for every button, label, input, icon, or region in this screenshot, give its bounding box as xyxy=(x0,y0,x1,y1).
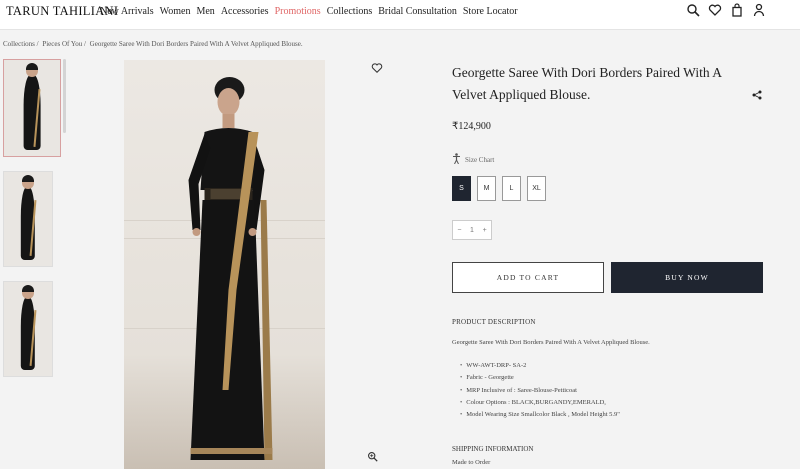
product-details-list: WW-AWT-DRP- SA-2 Fabric - Georgette MRP … xyxy=(460,360,620,421)
breadcrumb: Collections / Pieces Of You / Georgette … xyxy=(3,40,305,48)
add-to-cart-button[interactable]: ADD TO CART xyxy=(452,262,604,293)
nav-women[interactable]: Women xyxy=(160,6,191,17)
product-description-text: Georgette Saree With Dori Borders Paired… xyxy=(452,339,650,346)
product-description-heading: PRODUCT DESCRIPTION xyxy=(452,318,536,326)
product-title: Georgette Saree With Dori Borders Paired… xyxy=(452,65,722,102)
nav-store-locator[interactable]: Store Locator xyxy=(463,6,518,17)
share-icon[interactable] xyxy=(752,87,762,100)
bag-icon[interactable] xyxy=(730,3,744,17)
zoom-icon[interactable] xyxy=(367,449,378,462)
detail-model: Model Wearing Size Smallcolor Black , Mo… xyxy=(460,409,620,421)
main-product-image[interactable] xyxy=(124,60,325,469)
breadcrumb-pieces-of-you[interactable]: Pieces Of You / xyxy=(42,40,86,48)
thumbnail-list xyxy=(3,59,63,391)
quantity-stepper: − 1 + xyxy=(452,220,492,240)
header-icons xyxy=(686,3,766,17)
breadcrumb-current: Georgette Saree With Dori Borders Paired… xyxy=(89,40,303,48)
detail-fabric: Fabric - Georgette xyxy=(460,372,620,384)
size-option-l[interactable]: L xyxy=(502,176,521,201)
heart-icon[interactable] xyxy=(708,3,722,17)
size-option-m[interactable]: M xyxy=(477,176,496,201)
detail-mrp: MRP Inclusive of : Saree-Blouse-Petticoa… xyxy=(460,385,620,397)
site-header: TARUN TAHILIANI New Arrivals Women Men A… xyxy=(0,0,800,30)
qty-decrease-button[interactable]: − xyxy=(457,227,461,234)
thumbnail-3[interactable] xyxy=(3,281,53,377)
thumbnail-scrollbar[interactable] xyxy=(63,59,66,133)
nav-bridal-consultation[interactable]: Bridal Consultation xyxy=(378,6,457,17)
nav-collections[interactable]: Collections xyxy=(327,6,373,17)
nav-new-arrivals[interactable]: New Arrivals xyxy=(100,6,154,17)
model-figure xyxy=(188,77,272,460)
user-icon[interactable] xyxy=(752,3,766,17)
size-option-xl[interactable]: XL xyxy=(527,176,546,201)
nav-men[interactable]: Men xyxy=(196,6,214,17)
size-selector: S M L XL xyxy=(452,176,546,201)
qty-value[interactable]: 1 xyxy=(470,227,474,234)
thumbnail-1[interactable] xyxy=(3,59,61,157)
size-chart-icon xyxy=(452,151,461,169)
detail-sku: WW-AWT-DRP- SA-2 xyxy=(460,360,620,372)
product-price: ₹124,900 xyxy=(452,121,491,132)
buy-now-button[interactable]: BUY NOW xyxy=(611,262,763,293)
nav-promotions[interactable]: Promotions xyxy=(275,6,321,17)
wishlist-heart-icon[interactable] xyxy=(371,61,383,74)
size-chart-link[interactable]: Size Chart xyxy=(452,151,494,169)
detail-colours: Colour Options : BLACK,BURGANDY,EMERALD, xyxy=(460,397,620,409)
shipping-heading: SHIPPING INFORMATION xyxy=(452,445,534,453)
thumbnail-2[interactable] xyxy=(3,171,53,267)
breadcrumb-collections[interactable]: Collections / xyxy=(3,40,39,48)
main-nav: New Arrivals Women Men Accessories Promo… xyxy=(100,6,524,17)
nav-accessories[interactable]: Accessories xyxy=(221,6,269,17)
shipping-text: Made to Order xyxy=(452,459,491,466)
size-option-s[interactable]: S xyxy=(452,176,471,201)
qty-increase-button[interactable]: + xyxy=(483,227,487,234)
size-chart-label: Size Chart xyxy=(465,156,495,164)
search-icon[interactable] xyxy=(686,3,700,17)
